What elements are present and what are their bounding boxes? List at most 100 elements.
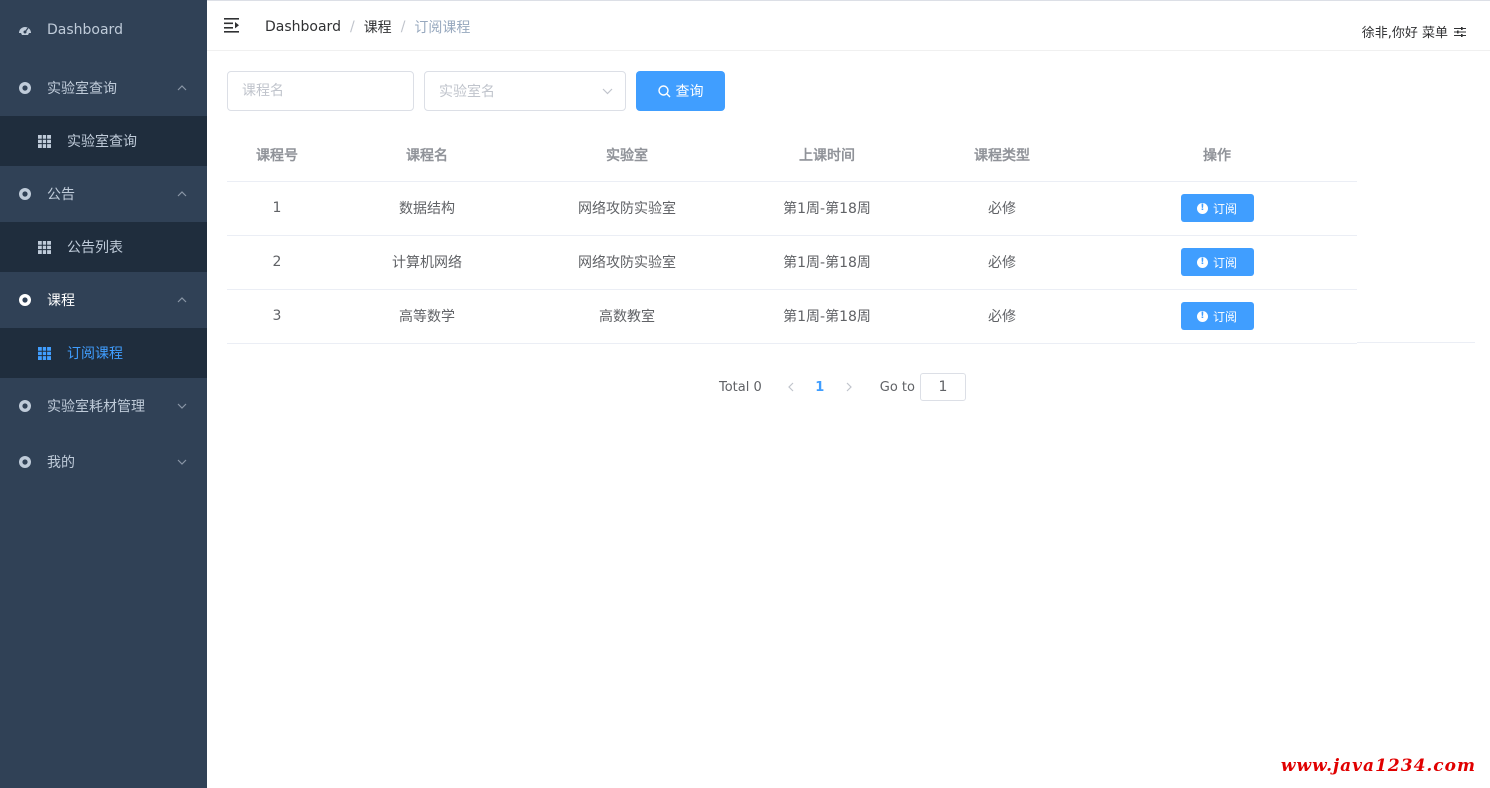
table-row: 3 高等数学 高数教室 第1周-第18周 必修 ! 订阅 bbox=[227, 289, 1357, 344]
subscribe-button-label: 订阅 bbox=[1212, 201, 1237, 216]
circle-icon bbox=[19, 82, 31, 94]
pagination: Total 0 1 Go to bbox=[719, 373, 966, 401]
sidebar-subitem-label: 公告列表 bbox=[67, 240, 123, 256]
chevron-down-icon bbox=[177, 459, 187, 465]
cell-type: 必修 bbox=[927, 289, 1077, 344]
subscribe-button-label: 订阅 bbox=[1212, 255, 1237, 270]
column-header: 课程类型 bbox=[927, 130, 1077, 182]
chevron-up-icon bbox=[177, 85, 187, 91]
course-table: 课程号 课程名 实验室 上课时间 课程类型 操作 1 数据结构 网络攻防实验室 … bbox=[227, 130, 1357, 344]
cell-lab: 网络攻防实验室 bbox=[527, 235, 727, 290]
cell-type: 必修 bbox=[927, 181, 1077, 236]
table-header-row: 课程号 课程名 实验室 上课时间 课程类型 操作 bbox=[227, 130, 1357, 182]
breadcrumb: Dashboard / 课程 / 订阅课程 bbox=[265, 17, 470, 37]
subscribe-button-label: 订阅 bbox=[1212, 309, 1237, 324]
table-row: 1 数据结构 网络攻防实验室 第1周-第18周 必修 ! 订阅 bbox=[227, 181, 1357, 236]
circle-icon bbox=[19, 456, 31, 468]
pagination-total: Total 0 bbox=[719, 379, 762, 395]
table-icon bbox=[38, 134, 51, 148]
chevron-left-icon bbox=[787, 382, 794, 392]
sidebar-item-lab-query[interactable]: 实验室查询 bbox=[0, 60, 207, 116]
sidebar-subitem-label: 实验室查询 bbox=[67, 134, 137, 150]
sidebar-subitem-notice-list[interactable]: 公告列表 bbox=[0, 222, 207, 272]
dashboard-icon bbox=[19, 27, 31, 35]
cell-course-id: 2 bbox=[227, 235, 327, 290]
page-number[interactable]: 1 bbox=[800, 380, 840, 395]
cell-lab: 网络攻防实验室 bbox=[527, 181, 727, 236]
chevron-down-icon bbox=[177, 403, 187, 409]
column-header: 实验室 bbox=[527, 130, 727, 182]
cell-course-name: 数据结构 bbox=[327, 181, 527, 236]
table-divider bbox=[1357, 342, 1475, 343]
query-button[interactable]: 查询 bbox=[636, 71, 725, 111]
tune-icon bbox=[1454, 26, 1466, 37]
sidebar-item-label: 实验室查询 bbox=[47, 81, 117, 97]
column-header: 上课时间 bbox=[727, 130, 927, 182]
cell-type: 必修 bbox=[927, 235, 1077, 290]
cell-course-id: 1 bbox=[227, 181, 327, 236]
cell-course-id: 3 bbox=[227, 289, 327, 344]
cell-action: ! 订阅 bbox=[1077, 181, 1357, 236]
cell-lab: 高数教室 bbox=[527, 289, 727, 344]
cell-course-name: 高等数学 bbox=[327, 289, 527, 344]
next-page-button[interactable] bbox=[840, 378, 858, 396]
cell-action: ! 订阅 bbox=[1077, 289, 1357, 344]
sidebar-item-lab-supplies[interactable]: 实验室耗材管理 bbox=[0, 378, 207, 434]
chevron-down-icon bbox=[602, 88, 613, 95]
sidebar-subitem-lab-query[interactable]: 实验室查询 bbox=[0, 116, 207, 166]
sidebar-item-label: 课程 bbox=[47, 293, 75, 309]
cell-time: 第1周-第18周 bbox=[727, 235, 927, 290]
sidebar-item-course[interactable]: 课程 bbox=[0, 272, 207, 328]
user-menu[interactable]: 徐非,你好 菜单 bbox=[1362, 22, 1466, 41]
cell-time: 第1周-第18周 bbox=[727, 181, 927, 236]
search-icon bbox=[657, 84, 670, 97]
sidebar-item-dashboard[interactable]: Dashboard bbox=[0, 0, 207, 60]
breadcrumb-item-dashboard[interactable]: Dashboard bbox=[265, 19, 341, 35]
circle-icon bbox=[19, 188, 31, 200]
prev-page-button[interactable] bbox=[782, 378, 800, 396]
goto-page-input[interactable] bbox=[919, 373, 966, 401]
sidebar-item-label: 公告 bbox=[47, 187, 75, 203]
chevron-up-icon bbox=[177, 297, 187, 303]
chevron-up-icon bbox=[177, 191, 187, 197]
breadcrumb-item-current: 订阅课程 bbox=[414, 20, 471, 36]
subscribe-button[interactable]: ! 订阅 bbox=[1180, 302, 1254, 330]
sidebar: Dashboard 实验室查询 实验室查询 公告 公告列表 课程 订阅课程 实验… bbox=[0, 0, 207, 788]
column-header: 课程名 bbox=[327, 130, 527, 182]
breadcrumb-item-course[interactable]: 课程 bbox=[364, 17, 392, 37]
breadcrumb-separator: / bbox=[400, 19, 406, 35]
sidebar-item-label: 我的 bbox=[47, 455, 75, 471]
sidebar-subitem-label: 订阅课程 bbox=[67, 346, 123, 362]
goto-label: Go to bbox=[879, 379, 915, 395]
info-icon: ! bbox=[1196, 202, 1208, 214]
table-row: 2 计算机网络 网络攻防实验室 第1周-第18周 必修 ! 订阅 bbox=[227, 235, 1357, 290]
sidebar-item-label: 实验室耗材管理 bbox=[47, 399, 145, 415]
query-button-label: 查询 bbox=[675, 84, 704, 100]
table-icon bbox=[38, 346, 51, 360]
subscribe-button[interactable]: ! 订阅 bbox=[1180, 194, 1254, 222]
info-icon: ! bbox=[1196, 256, 1208, 268]
subscribe-button[interactable]: ! 订阅 bbox=[1180, 248, 1254, 276]
sidebar-item-label: Dashboard bbox=[47, 22, 123, 38]
info-icon: ! bbox=[1196, 310, 1208, 322]
chevron-right-icon bbox=[846, 382, 852, 392]
app-root: Dashboard 实验室查询 实验室查询 公告 公告列表 课程 订阅课程 实验… bbox=[0, 0, 1490, 788]
circle-icon bbox=[19, 294, 31, 306]
sidebar-subitem-subscribe-course[interactable]: 订阅课程 bbox=[0, 328, 207, 378]
cell-time: 第1周-第18周 bbox=[727, 289, 927, 344]
lab-name-select[interactable]: 实验室名 bbox=[424, 71, 626, 111]
cell-course-name: 计算机网络 bbox=[327, 235, 527, 290]
sidebar-item-mine[interactable]: 我的 bbox=[0, 434, 207, 490]
breadcrumb-separator: / bbox=[349, 19, 355, 35]
circle-icon bbox=[19, 400, 31, 412]
navbar: Dashboard / 课程 / 订阅课程 徐非,你好 菜单 bbox=[207, 0, 1490, 51]
lab-name-placeholder: 实验室名 bbox=[439, 84, 495, 100]
column-header: 课程号 bbox=[227, 130, 327, 182]
watermark: www.java1234.com bbox=[1280, 756, 1476, 776]
column-header: 操作 bbox=[1077, 130, 1357, 182]
hamburger-icon[interactable] bbox=[224, 17, 241, 33]
table-icon bbox=[38, 240, 51, 254]
course-name-input[interactable] bbox=[227, 71, 414, 111]
sidebar-item-notice[interactable]: 公告 bbox=[0, 166, 207, 222]
cell-action: ! 订阅 bbox=[1077, 235, 1357, 290]
